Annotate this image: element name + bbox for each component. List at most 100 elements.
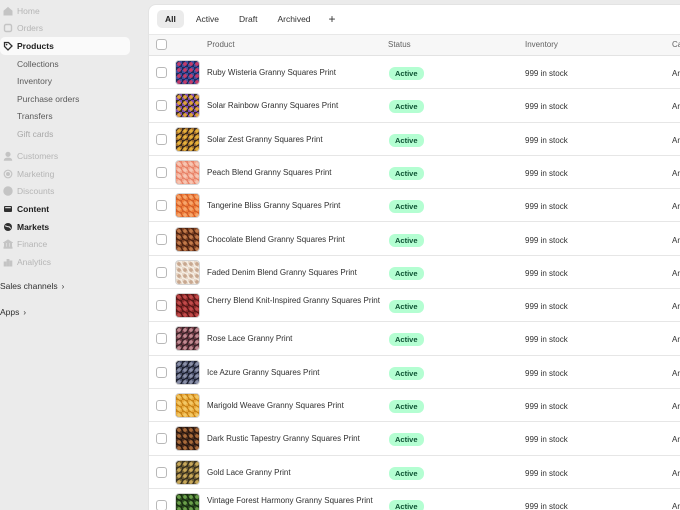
- tab-draft[interactable]: Draft: [231, 10, 265, 28]
- sidebar-subitem-inventory[interactable]: Inventory: [17, 72, 52, 89]
- column-header-category[interactable]: Ca: [672, 40, 680, 49]
- sidebar-item-products[interactable]: Products: [0, 37, 130, 55]
- column-header-status[interactable]: Status: [388, 40, 411, 49]
- product-thumbnail[interactable]: [175, 226, 200, 252]
- discount-icon: [3, 186, 13, 196]
- tab-all[interactable]: All: [157, 10, 184, 28]
- product-thumbnail[interactable]: [175, 60, 200, 85]
- inventory-value: 999 in stock: [525, 402, 568, 411]
- product-name-link[interactable]: Dark Rustic Tapestry Granny Squares Prin…: [207, 434, 382, 444]
- product-name-link[interactable]: Solar Zest Granny Squares Print: [207, 135, 382, 145]
- product-name-link[interactable]: Rose Lace Granny Print: [207, 334, 382, 344]
- table-row[interactable]: Cherry Blend Knit-Inspired Granny Square…: [149, 289, 680, 323]
- sidebar-item-label: Discounts: [17, 186, 55, 196]
- tab-archived[interactable]: Archived: [269, 10, 318, 28]
- product-thumbnail[interactable]: [175, 193, 200, 219]
- row-checkbox[interactable]: [156, 433, 167, 445]
- status-badge: Active: [389, 266, 424, 280]
- product-name-link[interactable]: Vintage Forest Harmony Granny Squares Pr…: [207, 496, 382, 506]
- row-checkbox[interactable]: [156, 233, 167, 245]
- table-row[interactable]: Ice Azure Granny Squares Print Active 999 …: [149, 355, 680, 389]
- product-name-link[interactable]: Cherry Blend Knit-Inspired Granny Square…: [207, 296, 382, 306]
- table-row[interactable]: Peach Blend Granny Squares Print Active 99…: [149, 155, 680, 190]
- sales-channels-link[interactable]: Sales channels ›: [0, 281, 64, 291]
- sidebar-item-markets[interactable]: Markets: [0, 218, 49, 236]
- product-name-link[interactable]: Tangerine Bliss Granny Squares Print: [207, 201, 382, 211]
- product-name-link[interactable]: Solar Rainbow Granny Squares Print: [207, 101, 382, 111]
- category-value: Ar: [672, 102, 680, 112]
- product-thumbnail[interactable]: [175, 459, 200, 485]
- row-checkbox[interactable]: [156, 466, 167, 478]
- tab-active[interactable]: Active: [188, 10, 227, 28]
- inventory-value: 999 in stock: [525, 501, 568, 510]
- product-thumbnail[interactable]: [175, 126, 200, 152]
- product-name-link[interactable]: Marigold Weave Granny Squares Print: [207, 401, 382, 411]
- row-checkbox[interactable]: [156, 100, 167, 112]
- product-thumbnail[interactable]: [175, 326, 200, 352]
- sales-channels-label: Sales channels: [0, 281, 58, 291]
- sidebar-item-marketing[interactable]: Marketing: [0, 165, 54, 183]
- inventory-value: 999 in stock: [525, 268, 568, 278]
- row-checkbox[interactable]: [156, 166, 167, 178]
- table-row[interactable]: Vintage Forest Harmony Granny Squares Pr…: [149, 488, 680, 510]
- row-checkbox[interactable]: [156, 200, 167, 212]
- sidebar: Home Orders Products Collections Invento…: [0, 0, 138, 510]
- inventory-value: 999 in stock: [525, 102, 568, 112]
- category-value: Ar: [672, 402, 680, 411]
- product-thumbnail[interactable]: [175, 393, 200, 418]
- row-checkbox[interactable]: [156, 333, 167, 345]
- product-name-link[interactable]: Gold Lace Granny Print: [207, 468, 382, 478]
- product-thumbnail[interactable]: [175, 492, 200, 510]
- table-row[interactable]: Gold Lace Granny Print Active 999 in stock…: [149, 455, 680, 489]
- sidebar-subitem-gift-cards[interactable]: Gift cards: [17, 125, 53, 142]
- product-thumbnail[interactable]: [175, 159, 200, 185]
- table-row[interactable]: Solar Rainbow Granny Squares Print Active…: [149, 89, 680, 123]
- status-badge: Active: [389, 333, 424, 347]
- row-checkbox[interactable]: [156, 133, 167, 145]
- target-icon: [3, 169, 13, 179]
- table-row[interactable]: Marigold Weave Granny Squares Print Activ…: [149, 389, 680, 423]
- sidebar-item-orders[interactable]: Orders: [0, 19, 43, 37]
- row-checkbox[interactable]: [156, 366, 167, 378]
- select-all-checkbox[interactable]: [156, 39, 167, 50]
- table-row[interactable]: Dark Rustic Tapestry Granny Squares Prin…: [149, 422, 680, 456]
- product-name-link[interactable]: Peach Blend Granny Squares Print: [207, 168, 382, 178]
- sidebar-item-discounts[interactable]: Discounts: [0, 182, 54, 200]
- product-thumbnail[interactable]: [175, 93, 200, 119]
- column-header-inventory[interactable]: Inventory: [525, 40, 558, 49]
- sidebar-item-content[interactable]: Content: [0, 200, 49, 218]
- product-name-link[interactable]: Chocolate Blend Granny Squares Print: [207, 235, 382, 245]
- column-header-product[interactable]: Product: [207, 40, 235, 49]
- sidebar-item-analytics[interactable]: Analytics: [0, 253, 51, 271]
- product-name-link[interactable]: Faded Denim Blend Granny Squares Print: [207, 268, 382, 278]
- table-header: Product Status Inventory Ca: [149, 34, 680, 56]
- sidebar-item-home[interactable]: Home: [0, 2, 40, 20]
- status-badge: Active: [389, 366, 424, 380]
- product-name-link[interactable]: Ice Azure Granny Squares Print: [207, 368, 382, 378]
- table-row[interactable]: Solar Zest Granny Squares Print Active 999…: [149, 122, 680, 156]
- product-thumbnail[interactable]: [175, 259, 200, 285]
- product-thumbnail[interactable]: [175, 426, 200, 452]
- row-checkbox[interactable]: [156, 266, 167, 278]
- apps-link[interactable]: Apps ›: [0, 307, 26, 317]
- sidebar-subitem-purchase-orders[interactable]: Purchase orders: [17, 90, 79, 107]
- chevron-right-icon: ›: [23, 307, 27, 317]
- row-checkbox[interactable]: [156, 400, 167, 411]
- row-checkbox[interactable]: [156, 300, 167, 312]
- sidebar-subitem-transfers[interactable]: Transfers: [17, 107, 53, 124]
- add-view-button[interactable]: +: [323, 11, 342, 27]
- product-name-link[interactable]: Ruby Wisteria Granny Squares Print: [207, 68, 382, 78]
- row-checkbox[interactable]: [156, 499, 167, 510]
- table-row[interactable]: Rose Lace Granny Print Active 999 in stock…: [149, 322, 680, 356]
- product-thumbnail[interactable]: [175, 293, 200, 319]
- sidebar-subitem-collections[interactable]: Collections: [17, 55, 59, 72]
- table-row[interactable]: Faded Denim Blend Granny Squares Print Ac…: [149, 255, 680, 290]
- table-row[interactable]: Tangerine Bliss Granny Squares Print Acti…: [149, 189, 680, 223]
- table-row[interactable]: Chocolate Blend Granny Squares Print Acti…: [149, 222, 680, 256]
- table-row[interactable]: Ruby Wisteria Granny Squares Print Active…: [149, 56, 680, 90]
- sidebar-item-customers[interactable]: Customers: [0, 147, 58, 165]
- filter-tabs: All Active Draft Archived +: [149, 5, 680, 33]
- product-thumbnail[interactable]: [175, 359, 200, 385]
- row-checkbox[interactable]: [156, 67, 167, 78]
- sidebar-item-finance[interactable]: Finance: [0, 235, 47, 253]
